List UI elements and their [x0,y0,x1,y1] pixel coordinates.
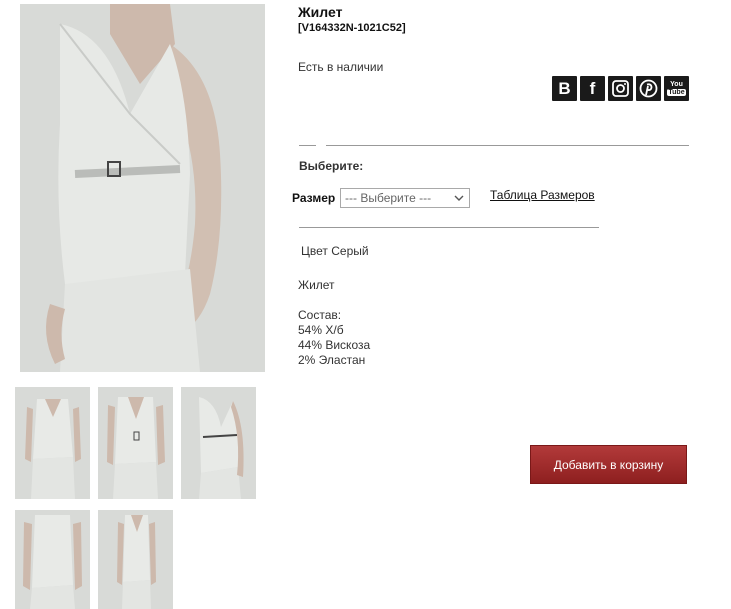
youtube-icon[interactable]: You Tube [664,76,689,101]
product-sku: [V164332N-1021C52] [298,22,406,34]
stock-status: Есть в наличии [298,60,384,74]
main-product-photo [20,4,265,372]
description-name: Жилет [298,278,335,292]
size-table-link[interactable]: Таблица Размеров [490,188,595,202]
composition-item: 44% Вискоза [298,338,371,352]
youtube-label-top: You [670,81,683,88]
size-select-value: --- Выберите --- [345,191,432,205]
thumbnail-2[interactable] [98,387,173,499]
facebook-icon[interactable]: f [580,76,605,101]
chevron-down-icon [454,195,464,201]
size-select[interactable]: --- Выберите --- [340,188,470,208]
instagram-icon[interactable] [608,76,633,101]
composition-label: Состав: [298,308,342,322]
vk-icon[interactable]: B [552,76,577,101]
product-color: Цвет Серый [301,244,369,258]
pinterest-icon[interactable] [636,76,661,101]
thumbnail-4[interactable] [15,510,90,609]
composition-item: 54% Х/б [298,323,344,337]
thumbnail-5[interactable] [98,510,173,609]
divider [299,227,599,228]
thumbnail-3[interactable] [181,387,256,499]
thumbnail-1[interactable] [15,387,90,499]
add-to-cart-button[interactable]: Добавить в корзину [530,445,687,484]
composition-item: 2% Эластан [298,353,366,367]
options-heading: Выберите: [299,159,364,173]
youtube-label-bottom: Tube [667,89,686,96]
divider [299,145,316,146]
product-title: Жилет [298,4,343,20]
divider [326,145,689,146]
size-label: Размер [292,191,336,205]
